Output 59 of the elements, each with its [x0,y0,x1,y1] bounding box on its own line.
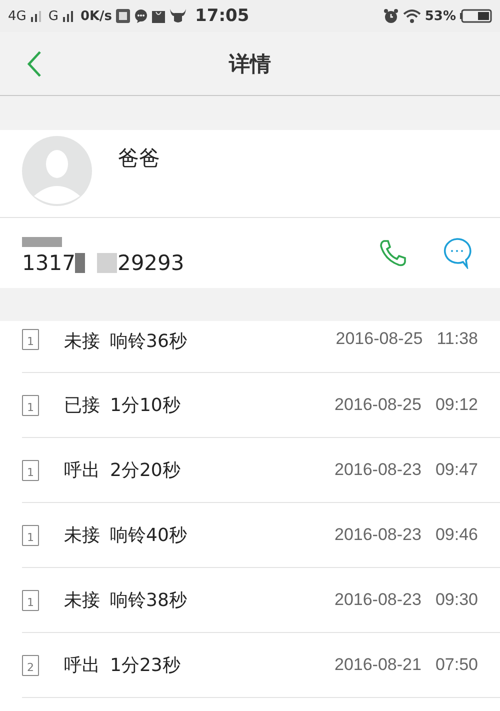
chat-bubble-icon [134,9,148,23]
sim-card-icon: 1 [22,590,39,610]
call-log-row[interactable]: 1 呼出 2分20秒 2016-08-23 09:47 [22,438,500,503]
call-date: 2016-08-23 [334,525,422,545]
sim-card-icon: 1 [22,524,39,546]
call-log-row[interactable]: 1 已接 1分10秒 2016-08-25 09:12 [22,373,500,438]
network-speed: 0K/s [80,8,112,24]
redaction-mark [97,253,118,273]
call-duration: 响铃38秒 [110,589,187,612]
sim-card-icon: 2 [22,654,39,676]
wifi-icon [402,9,421,23]
call-duration: 响铃40秒 [110,524,187,547]
call-duration: 2分20秒 [110,459,180,482]
call-log-row[interactable]: 1 未接 响铃36秒 2016-08-25 11:38 [22,321,500,373]
call-type: 呼出 [64,654,100,677]
call-duration: 响铃36秒 [110,330,187,353]
call-date: 2016-08-23 [334,590,422,610]
clock: 17:05 [195,6,250,26]
call-log-row[interactable]: 1 未接 响铃40秒 2016-08-23 09:46 [22,503,500,568]
sim-card-icon: 1 [22,329,39,350]
back-button[interactable] [26,50,42,78]
call-button[interactable] [378,237,408,269]
bag-icon [152,9,166,23]
call-type: 未接 [64,524,100,547]
app-icon [116,9,130,23]
network-label: 4G [8,8,26,24]
phone-number: 29293 [117,251,184,275]
bull-head-icon [169,8,188,24]
call-time: 07:50 [435,655,478,675]
call-time: 09:47 [435,460,478,480]
call-type: 未接 [64,589,100,612]
sim-card-icon: 1 [22,460,39,480]
call-log-row[interactable]: 1 未接 响铃38秒 2016-08-23 09:30 [22,568,500,633]
sim-card-icon: 1 [22,394,39,416]
page-title: 详情 [228,50,272,78]
call-duration: 1分23秒 [110,654,180,677]
call-type: 呼出 [64,459,100,482]
call-log-row[interactable]: 2 呼出 1分23秒 2016-08-21 07:50 [22,633,500,698]
call-date: 2016-08-23 [334,460,422,480]
call-date: 2016-08-25 [336,329,423,349]
call-time: 09:30 [435,590,478,610]
call-duration: 1分10秒 [110,394,180,417]
network-label: G [48,8,58,24]
call-date: 2016-08-21 [334,655,422,675]
redaction-mark [22,237,62,247]
phone-number: 1317 [22,251,76,275]
call-time: 09:46 [435,525,478,545]
alarm-icon [382,8,399,24]
call-time: 09:12 [435,395,478,415]
avatar-icon [22,136,92,206]
battery-level: 53% [424,8,456,24]
call-time: 11:38 [436,329,478,349]
redaction-mark [75,253,86,273]
call-type: 未接 [64,330,100,353]
contact-name: 爸爸 [118,145,160,172]
call-date: 2016-08-25 [334,395,422,415]
call-type: 已接 [64,394,100,417]
battery-icon [460,9,492,23]
message-button[interactable] [442,237,472,269]
